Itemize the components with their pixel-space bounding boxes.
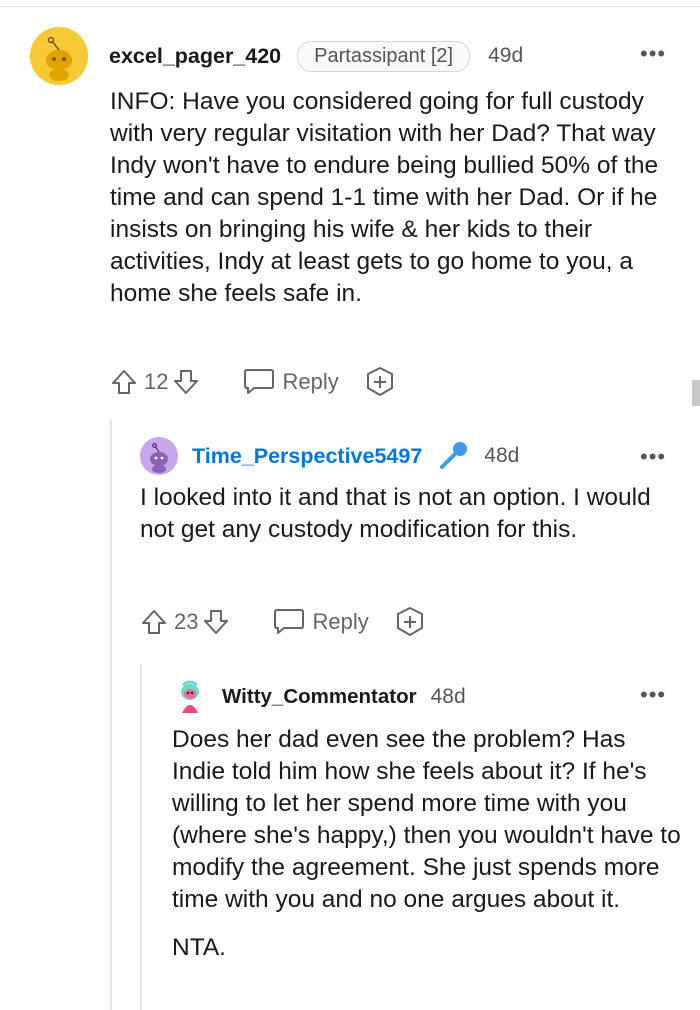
reply-button[interactable]: Reply — [242, 367, 339, 397]
downvote-icon[interactable] — [202, 608, 230, 636]
reply-label: Reply — [282, 369, 339, 394]
reply-label: Reply — [312, 609, 369, 634]
microphone-icon — [436, 439, 470, 473]
comment-paragraph: Does her dad even see the problem? Has I… — [172, 726, 681, 913]
avatar[interactable] — [30, 27, 88, 85]
comment-paragraph: I looked into it and that is not an opti… — [140, 484, 651, 543]
reply-bubble-icon — [244, 369, 275, 394]
award-button[interactable] — [363, 365, 397, 399]
comment-body: I looked into it and that is not an opti… — [140, 482, 670, 546]
avatar[interactable] — [140, 437, 178, 475]
comment-2: Time_Perspective5497 48d ••• I looked in… — [0, 420, 700, 664]
vote-count: 23 — [174, 609, 199, 634]
comment-actions: 12 Reply — [110, 366, 397, 398]
comment-body: Does her dad even see the problem? Has I… — [172, 724, 682, 964]
comment-author[interactable]: Witty_Commentator — [222, 685, 417, 709]
more-dots-icon[interactable]: ••• — [640, 43, 666, 65]
snoo-avatar-icon — [181, 680, 199, 713]
comment-1: excel_pager_420 Partassipant [2] 49d •••… — [0, 0, 700, 420]
comment-author[interactable]: excel_pager_420 — [109, 44, 281, 69]
comment-3: Witty_Commentator 48d ••• Does her dad e… — [0, 664, 700, 1010]
user-flair: Partassipant [2] — [297, 40, 471, 72]
reply-bubble-icon — [274, 609, 305, 634]
award-button[interactable] — [393, 605, 427, 639]
reply-button[interactable]: Reply — [272, 607, 369, 637]
comment-age: 48d — [430, 685, 466, 708]
scrollbar-thumb[interactable] — [692, 380, 700, 406]
vote-count: 12 — [144, 369, 169, 394]
downvote-icon[interactable] — [172, 368, 200, 396]
snoo-avatar-icon — [140, 437, 178, 475]
snoo-avatar-icon — [30, 27, 88, 85]
upvote-icon[interactable] — [140, 608, 168, 636]
award-plus-icon — [396, 607, 423, 636]
comment-paragraph: INFO: Have you considered going for full… — [110, 88, 659, 307]
more-dots-icon[interactable]: ••• — [640, 446, 666, 468]
comment-age: 49d — [488, 44, 524, 67]
comment-paragraph: NTA. — [172, 934, 226, 961]
comment-thread: excel_pager_420 Partassipant [2] 49d •••… — [0, 0, 700, 1010]
more-dots-icon[interactable]: ••• — [640, 684, 666, 706]
avatar[interactable] — [172, 679, 208, 715]
comment-age: 48d — [484, 444, 520, 467]
award-plus-icon — [366, 367, 393, 396]
comment-author-op[interactable]: Time_Perspective5497 — [192, 444, 422, 469]
comment-body: INFO: Have you considered going for full… — [110, 86, 660, 310]
upvote-icon[interactable] — [110, 368, 138, 396]
comment-actions: 23 Reply — [140, 606, 427, 638]
